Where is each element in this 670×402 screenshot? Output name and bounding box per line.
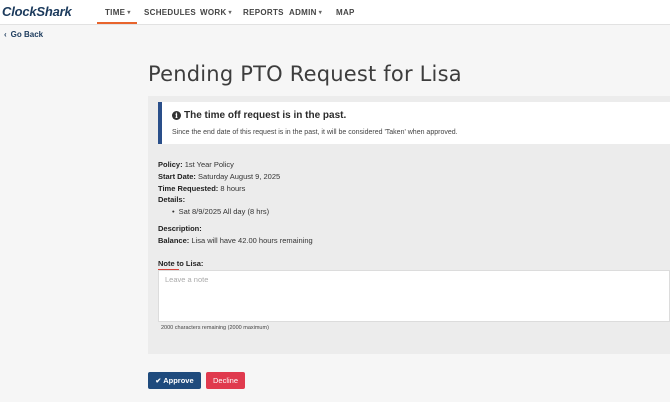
time-requested-field: Time Requested: 8 hours xyxy=(158,184,245,193)
nav-item-map[interactable]: MAP xyxy=(336,8,355,17)
alert-body: Since the end date of this request is in… xyxy=(172,129,458,136)
details-field: Details: xyxy=(158,195,185,204)
top-nav: ClockShark TIME ▾ SCHEDULES WORK ▾ REPORTS… xyxy=(0,0,670,25)
time-requested-value: 8 hours xyxy=(220,184,246,193)
start-date-field: Start Date: Saturday August 9, 2025 xyxy=(158,172,280,181)
note-label: Note to Lisa: xyxy=(158,259,204,268)
check-icon: ✔ xyxy=(155,378,162,385)
nav-item-reports[interactable]: REPORTS xyxy=(243,8,284,17)
approve-label: Approve xyxy=(163,376,194,385)
description-label: Description: xyxy=(158,224,202,233)
nav-item-label: WORK xyxy=(200,8,227,17)
chevron-down-icon: ▾ xyxy=(228,10,232,16)
time-requested-label: Time Requested: xyxy=(158,184,219,193)
chevron-left-icon: ‹ xyxy=(4,30,7,39)
nav-item-work[interactable]: WORK ▾ xyxy=(200,8,232,17)
nav-item-label: SCHEDULES xyxy=(144,8,197,17)
policy-value: 1st Year Policy xyxy=(184,160,234,169)
pto-request-panel: i The time off request is in the past. Si… xyxy=(148,96,670,354)
note-textarea[interactable] xyxy=(158,270,670,322)
policy-label: Policy: xyxy=(158,160,183,169)
go-back-link[interactable]: ‹ Go Back xyxy=(4,30,43,39)
balance-field: Balance: Lisa will have 42.00 hours rema… xyxy=(158,236,313,245)
char-count: 2000 characters remaining (2000 maximum) xyxy=(161,325,269,331)
description-field: Description: xyxy=(158,224,202,233)
nav-item-admin[interactable]: ADMIN ▾ xyxy=(289,8,322,17)
decline-button[interactable]: Decline xyxy=(206,372,245,389)
alert-title: i The time off request is in the past. xyxy=(172,110,346,121)
nav-item-schedules[interactable]: SCHEDULES xyxy=(144,8,196,17)
balance-label: Balance: xyxy=(158,236,190,245)
nav-item-label: MAP xyxy=(336,8,355,17)
alert-title-text: The time off request is in the past. xyxy=(184,110,347,121)
nav-item-time[interactable]: TIME ▾ xyxy=(105,8,131,17)
details-label: Details: xyxy=(158,195,186,204)
chevron-down-icon: ▾ xyxy=(127,10,131,16)
details-list-item: Sat 8/9/2025 All day (8 hrs) xyxy=(172,207,269,216)
approve-button[interactable]: ✔ Approve xyxy=(148,372,201,389)
start-date-label: Start Date: xyxy=(158,172,196,181)
page-title: Pending PTO Request for Lisa xyxy=(148,62,462,86)
nav-item-label: ADMIN xyxy=(289,8,317,17)
start-date-value: Saturday August 9, 2025 xyxy=(198,172,281,181)
past-request-alert: i The time off request is in the past. Si… xyxy=(158,102,670,144)
balance-value: Lisa will have 42.00 hours remaining xyxy=(191,236,313,245)
policy-field: Policy: 1st Year Policy xyxy=(158,160,234,169)
info-circle-icon: i xyxy=(172,111,181,120)
nav-item-label: TIME xyxy=(105,8,126,17)
clockshark-logo[interactable]: ClockShark xyxy=(2,4,72,19)
go-back-label: Go Back xyxy=(10,30,44,39)
chevron-down-icon: ▾ xyxy=(318,10,323,16)
nav-active-indicator xyxy=(97,22,137,24)
nav-item-label: REPORTS xyxy=(243,8,284,17)
